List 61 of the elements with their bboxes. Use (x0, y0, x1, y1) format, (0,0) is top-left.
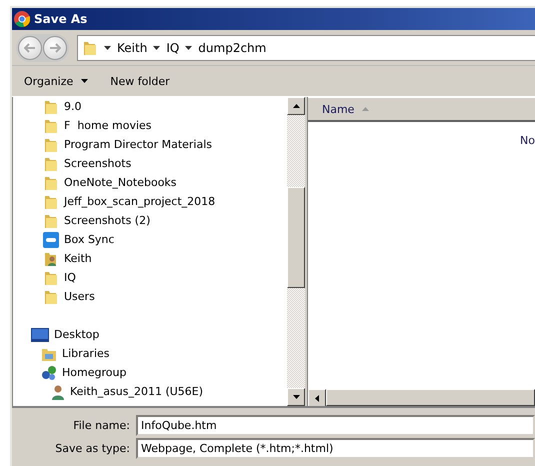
scroll-thumb[interactable] (287, 187, 305, 288)
input-field[interactable]: InfoQube.htm (136, 415, 535, 436)
nav-item[interactable]: 9.0 (13, 97, 287, 116)
folder-icon (43, 174, 59, 190)
folder-icon (43, 136, 59, 152)
scroll-up-button[interactable] (287, 97, 305, 115)
organize-button[interactable]: Organize (24, 72, 88, 90)
caret-icon (81, 79, 88, 83)
caret-icon (185, 46, 192, 50)
folder-icon (43, 118, 59, 134)
column-header[interactable]: Name (308, 97, 535, 122)
forward-button[interactable] (43, 36, 67, 60)
folder-icon (43, 194, 59, 210)
input-field[interactable]: Webpage, Complete (*.htm;*.html) (136, 438, 535, 459)
box-icon (43, 232, 59, 248)
empty-message: No (520, 134, 535, 148)
nav-item[interactable]: OneNote_Notebooks (13, 173, 287, 192)
breadcrumb[interactable]: dump2chm (198, 40, 266, 54)
field-label: File name: (72, 418, 131, 434)
scroll-left-button[interactable] (308, 389, 326, 407)
up-arrow-icon (292, 104, 300, 108)
nav-item[interactable]: Keith (13, 249, 287, 268)
back-arrow-icon (24, 42, 36, 52)
folder-icon (43, 270, 59, 286)
back-button[interactable] (18, 36, 42, 60)
address-field[interactable]: Keith IQ dump2chm (77, 34, 535, 60)
left-arrow-icon (315, 394, 319, 402)
nav-item[interactable]: Keith_asus_2011 (U56E) (13, 382, 287, 401)
nav-item[interactable]: IQ (13, 268, 287, 287)
nav-item[interactable]: Desktop (13, 325, 287, 344)
homegroup-icon (41, 364, 57, 380)
breadcrumb[interactable]: Keith (117, 40, 148, 54)
nav-item[interactable]: F home movies (13, 116, 287, 135)
nav-item[interactable]: Jeff_box_scan_project_2018 (13, 192, 287, 211)
caret-icon (104, 46, 111, 50)
folder-icon (43, 212, 59, 228)
nav-item[interactable]: Screenshots (13, 154, 287, 173)
new-folder-button[interactable]: New folder (110, 72, 170, 90)
desktop-icon (31, 328, 49, 342)
nav-item[interactable]: Libraries (13, 344, 287, 363)
window-title: Save As (34, 12, 88, 26)
folder-icon (82, 40, 98, 56)
folder-icon (43, 288, 59, 304)
user-icon (51, 384, 65, 400)
down-arrow-icon (292, 395, 300, 399)
vertical-scrollbar[interactable] (287, 97, 305, 406)
nav-item[interactable]: Screenshots (2) (13, 211, 287, 230)
nav-item[interactable]: Program Director Materials (13, 135, 287, 154)
nav-item[interactable]: Homegroup (13, 363, 287, 382)
nav-item[interactable]: Users (13, 287, 287, 306)
folder-icon (43, 98, 59, 114)
user-folder-icon (43, 250, 59, 266)
caret-icon (153, 46, 160, 50)
scroll-down-button[interactable] (287, 388, 305, 406)
breadcrumb[interactable]: IQ (166, 40, 180, 54)
forward-arrow-icon (49, 42, 61, 52)
sort-arrow-icon (362, 107, 370, 111)
field-label: Save as type: (54, 441, 131, 457)
folder-icon (43, 156, 59, 172)
browser-logo-icon (14, 11, 30, 27)
nav-item[interactable]: Box Sync (13, 230, 287, 249)
